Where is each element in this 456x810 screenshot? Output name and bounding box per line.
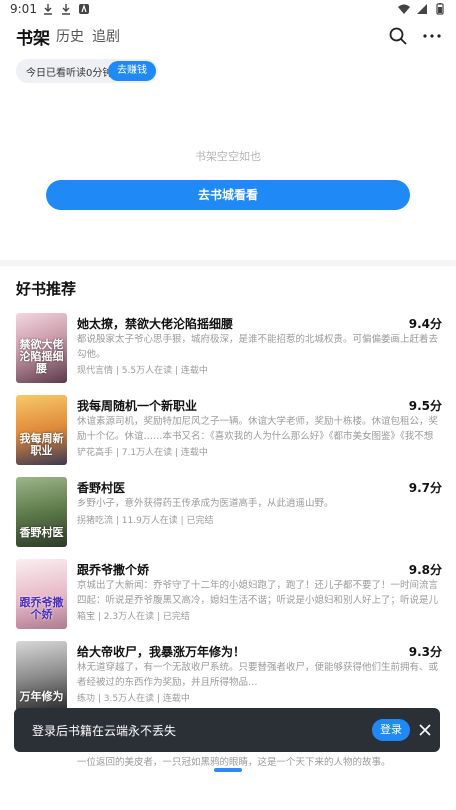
status-bar: 9:01 <box>0 0 456 20</box>
book-cover[interactable]: 跟乔爷撒个娇 <box>16 559 67 629</box>
book-description: 京城出了大新闻：乔爷守了十二年的小媳妇跑了，跑了！还儿子都不要了！一时间流言四起… <box>77 580 439 606</box>
book-description-peek: 一位返回的美皮者，一只冠如黑鸦的眼睛，这是一个天下来的人物的故事。 <box>77 757 391 768</box>
book-score: 9.4分 <box>408 317 442 331</box>
login-prompt-text: 登录后书籍在云端永不丢失 <box>32 724 177 738</box>
book-item[interactable]: 跟乔爷撒个娇 跟乔爷撒个娇 9.8分 京城出了大新闻：乔爷守了十二年的小媳妇跑了… <box>16 559 442 629</box>
login-button[interactable]: 登录 <box>372 719 410 741</box>
status-time: 9:01 <box>10 2 37 16</box>
book-title[interactable]: 她太撩，禁欲大佬沦陷摇细腰 <box>77 315 397 332</box>
status-notification-icons <box>42 3 90 15</box>
app-notification-icon <box>79 4 89 14</box>
reading-time-pill: 今日已看听读0分钟 去赚钱 <box>16 59 158 83</box>
book-cover[interactable]: 万年修为 <box>16 641 67 711</box>
tab-bookshelf[interactable]: 书架 <box>16 24 50 49</box>
download-icon <box>44 4 52 15</box>
earn-money-button[interactable]: 去赚钱 <box>108 61 156 81</box>
book-meta: 拐猪吃流 | 11.9万人在读 | 已完结 <box>77 516 214 526</box>
reading-time-text: 今日已看听读0分钟 <box>26 68 113 79</box>
book-score: 9.3分 <box>408 645 442 659</box>
tab-history[interactable]: 历史 <box>56 26 84 46</box>
book-meta: 箱宝 | 2.3万人在读 | 已完结 <box>77 612 190 622</box>
book-title[interactable]: 跟乔爷撒个娇 <box>77 561 397 578</box>
close-icon[interactable] <box>416 721 434 739</box>
go-to-store-button[interactable]: 去书城看看 <box>46 180 410 210</box>
cover-title: 我每周新职业 <box>19 432 64 457</box>
cover-title: 万年修为 <box>19 690 64 703</box>
book-description: 休谊素源司机，奖励特加尼风之子一辆。休谊大学老师，奖励十栋楼。休谊包租公，奖励十… <box>77 416 439 442</box>
book-cover[interactable]: 禁欲大佬沦陷摇细腰 <box>16 313 67 383</box>
cover-title: 香野村医 <box>19 526 64 539</box>
book-title[interactable]: 我每周随机一个新职业 <box>77 397 397 414</box>
book-item[interactable]: 香野村医 香野村医 9.7分 乡野小子，意外获得药王传承成为医道高手，从此逍遥山… <box>16 477 442 547</box>
more-icon[interactable] <box>422 26 442 46</box>
book-title[interactable]: 香野村医 <box>77 479 397 496</box>
book-description: 都说殷家太子爷心思手狠，城府极深，是谁不能招惹的北城权贵。可偏偏姜画上赶着去勾他… <box>77 334 439 360</box>
book-score: 9.5分 <box>408 399 442 413</box>
book-meta: 铲花高手 | 7.1万人在读 | 连载中 <box>77 448 208 458</box>
book-title[interactable]: 给大帝收尸，我暴涨万年修为！ <box>77 643 397 660</box>
home-indicator <box>214 768 242 772</box>
login-prompt-toast: 登录后书籍在云端永不丢失 登录 <box>14 708 440 752</box>
book-item[interactable]: 禁欲大佬沦陷摇细腰 她太撩，禁欲大佬沦陷摇细腰 9.4分 都说殷家太子爷心思手狠… <box>16 313 442 383</box>
book-meta: 练功 | 3.5万人在读 | 连载中 <box>77 694 190 704</box>
book-item[interactable]: 我每周新职业 我每周随机一个新职业 9.5分 休谊素源司机，奖励特加尼风之子一辆… <box>16 395 442 465</box>
book-score: 9.7分 <box>408 481 442 495</box>
book-item[interactable]: 万年修为 给大帝收尸，我暴涨万年修为！ 9.3分 林无道穿越了，有一个无敌收尸系… <box>16 641 442 711</box>
cover-title: 跟乔爷撒个娇 <box>19 596 64 621</box>
signal-icon <box>417 4 427 14</box>
wifi-icon <box>398 4 410 14</box>
section-divider <box>0 260 456 266</box>
book-cover[interactable]: 香野村医 <box>16 477 67 547</box>
download-icon <box>62 4 70 15</box>
book-description: 林无道穿越了，有一个无敌收尸系统。只要替强者收尸，便能够获得他们生前拥有、或者经… <box>77 662 439 688</box>
search-icon[interactable] <box>388 26 408 46</box>
recommend-section-title: 好书推荐 <box>16 280 77 298</box>
tab-drama[interactable]: 追剧 <box>92 26 120 46</box>
book-score: 9.8分 <box>408 563 442 577</box>
battery-icon <box>436 3 444 15</box>
cover-title: 禁欲大佬沦陷摇细腰 <box>19 338 64 375</box>
empty-shelf-text: 书架空空如也 <box>195 150 261 163</box>
book-cover[interactable]: 我每周新职业 <box>16 395 67 465</box>
book-description: 乡野小子，意外获得药王传承成为医道高手，从此逍遥山野。 <box>77 498 334 509</box>
top-nav: 书架 历史 追剧 <box>16 26 442 50</box>
book-meta: 现代言情 | 5.5万人在读 | 连载中 <box>77 366 208 376</box>
status-system-icons <box>398 3 446 15</box>
